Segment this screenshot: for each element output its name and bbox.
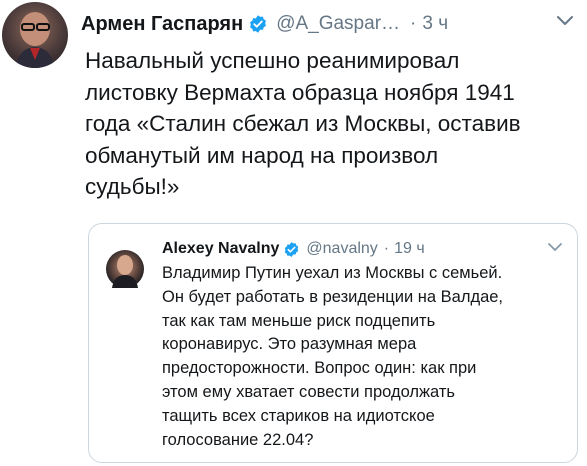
avatar-image — [112, 255, 138, 288]
author-handle[interactable]: @A_Gaspar… — [276, 13, 400, 35]
chevron-down-icon[interactable] — [555, 14, 575, 28]
verified-badge-icon — [248, 14, 268, 34]
quoted-author-avatar[interactable] — [106, 250, 144, 288]
author-avatar[interactable] — [2, 2, 68, 68]
chevron-down-icon[interactable] — [547, 241, 563, 253]
quoted-tweet-timestamp[interactable]: 19 ч — [394, 240, 425, 258]
avatar-image — [16, 12, 54, 68]
separator-dot: · — [410, 13, 417, 34]
tweet-header: Армен Гаспарян @A_Gaspar… · 3 ч — [81, 10, 579, 38]
tweet-text: Навальный успешно реанимировал листовку … — [85, 48, 521, 199]
separator-dot: · — [383, 240, 390, 257]
author-name[interactable]: Армен Гаспарян — [81, 13, 243, 36]
quoted-author-name[interactable]: Alexey Navalny — [162, 240, 279, 258]
quoted-author-handle[interactable]: @navalny — [306, 240, 377, 258]
quoted-tweet-header: Alexey Navalny @navalny · 19 ч — [162, 237, 567, 261]
verified-badge-icon — [283, 241, 300, 258]
quoted-tweet[interactable]: Alexey Navalny @navalny · 19 ч Владимир … — [88, 223, 578, 463]
quoted-tweet-text: Владимир Путин уехал из Москвы с семьей.… — [162, 264, 504, 449]
tweet[interactable]: Армен Гаспарян @A_Gaspar… · 3 ч Навальны… — [0, 0, 587, 466]
tweet-timestamp[interactable]: 3 ч — [422, 13, 448, 35]
